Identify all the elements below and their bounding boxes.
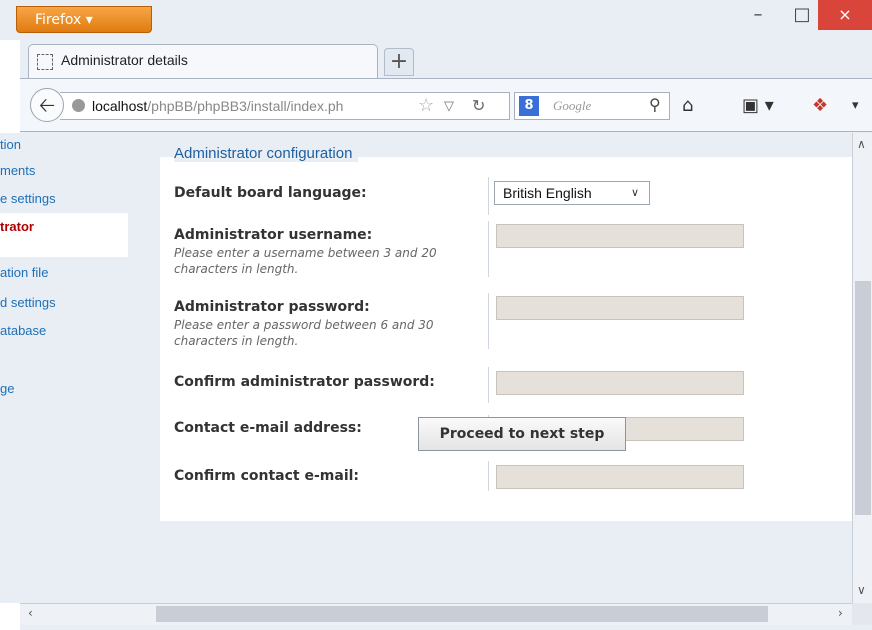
username-field[interactable]	[496, 224, 744, 248]
firefox-menu-button[interactable]: Firefox ▾	[16, 6, 152, 33]
divider	[488, 367, 489, 403]
tab-title: Administrator details	[61, 52, 188, 68]
confirm-password-label: Confirm administrator password:	[174, 374, 435, 390]
password-field[interactable]	[496, 296, 744, 320]
divider	[488, 293, 489, 349]
search-box[interactable]: 8 Google ⚲	[514, 92, 670, 120]
scroll-down-icon[interactable]: ∨	[857, 583, 866, 597]
browser-window: Firefox ▾ – □ × Administrator details + …	[0, 0, 872, 630]
bookmark-star-icon[interactable]: ☆	[418, 95, 434, 116]
addon-icon[interactable]: ❖	[812, 95, 828, 116]
close-button[interactable]: ×	[818, 0, 872, 30]
browser-tab[interactable]: Administrator details	[28, 44, 378, 78]
confirm-email-label: Confirm contact e-mail:	[174, 468, 360, 484]
username-hint: Please enter a username between 3 and 20…	[174, 246, 437, 276]
sidebar-item-active-label: trator	[0, 219, 34, 234]
url-text: localhost/phpBB/phpBB3/install/index.ph	[92, 98, 343, 114]
fieldset-legend: Administrator configuration	[174, 145, 359, 162]
back-arrow-icon: 🡠	[38, 93, 56, 117]
sidebar-item[interactable]: e settings	[0, 191, 56, 206]
password-label: Administrator password:	[174, 299, 370, 315]
confirm-password-field[interactable]	[496, 371, 744, 395]
url-bar[interactable]: localhost/phpBB/phpBB3/install/index.ph …	[60, 92, 510, 120]
chevron-down-icon: ▾	[85, 12, 93, 28]
chevron-down-icon: ∨	[631, 187, 640, 199]
scrollbar-corner	[852, 603, 872, 625]
sidebar-item[interactable]: d settings	[0, 295, 56, 310]
bookmarks-menu-icon[interactable]: ▣ ▾	[742, 95, 774, 116]
page-favicon-icon	[37, 54, 53, 70]
sidebar-item[interactable]: atabase	[0, 323, 46, 338]
password-hint: Please enter a password between 6 and 30…	[174, 318, 434, 348]
install-sidebar: tion ments e settings trator ation file …	[0, 133, 128, 396]
url-path: /phpBB/phpBB3/install/index.ph	[147, 98, 344, 114]
confirm-email-field[interactable]	[496, 465, 744, 489]
toolbar-overflow-icon[interactable]: ▾	[852, 98, 859, 113]
sidebar-item[interactable]: tion	[0, 137, 21, 152]
divider	[488, 221, 489, 277]
email-label: Contact e-mail address:	[174, 420, 362, 436]
divider	[488, 177, 489, 215]
url-host: localhost	[92, 98, 148, 114]
scroll-left-icon[interactable]: ‹	[28, 606, 33, 620]
firefox-menu-label: Firefox	[35, 12, 82, 28]
horizontal-scrollbar[interactable]: ‹ ›	[20, 603, 852, 625]
sidebar-item[interactable]: ation file	[0, 265, 48, 280]
google-icon[interactable]: 8	[519, 96, 539, 116]
search-icon[interactable]: ⚲	[649, 95, 661, 114]
home-icon[interactable]: ⌂	[682, 95, 693, 116]
globe-icon	[72, 99, 85, 112]
language-selected-value: British English	[503, 185, 592, 201]
language-select[interactable]: British English ∨	[494, 181, 650, 205]
back-button[interactable]: 🡠	[30, 88, 64, 122]
sidebar-item-active[interactable]: trator	[0, 213, 128, 257]
proceed-button[interactable]: Proceed to next step	[418, 417, 626, 451]
username-label: Administrator username:	[174, 227, 373, 243]
page-content: tion ments e settings trator ation file …	[0, 133, 852, 603]
new-tab-button[interactable]: +	[384, 48, 414, 76]
language-label: Default board language:	[174, 185, 367, 201]
scroll-right-icon[interactable]: ›	[838, 606, 843, 620]
divider	[488, 461, 489, 491]
reload-icon[interactable]: ↻	[472, 96, 485, 116]
vertical-scrollbar[interactable]: ∧ ∨	[852, 133, 872, 603]
horizontal-scroll-thumb[interactable]	[156, 606, 768, 622]
sidebar-item[interactable]: ge	[0, 381, 14, 396]
vertical-scroll-thumb[interactable]	[855, 281, 871, 515]
url-dropdown-icon[interactable]: ▽	[444, 98, 454, 114]
scroll-up-icon[interactable]: ∧	[857, 137, 866, 151]
minimize-button[interactable]: –	[736, 0, 780, 30]
search-engine-name: Google	[553, 98, 592, 113]
sidebar-item[interactable]: ments	[0, 163, 35, 178]
